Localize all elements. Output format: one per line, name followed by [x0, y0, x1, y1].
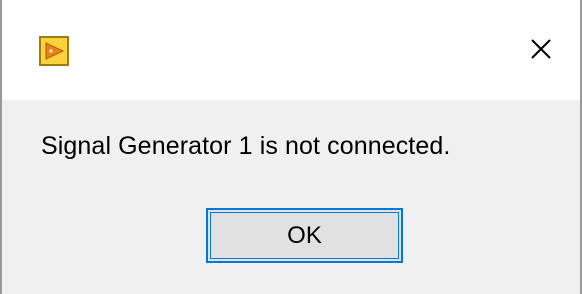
dialog-body: Signal Generator 1 is not connected. OK [2, 100, 580, 294]
close-button[interactable] [518, 28, 564, 74]
close-icon [530, 38, 552, 65]
ok-button[interactable]: OK [206, 208, 403, 263]
ok-button-label: OK [287, 221, 322, 249]
dialog-message: Signal Generator 1 is not connected. [41, 132, 451, 160]
app-icon [39, 36, 69, 66]
message-dialog: Signal Generator 1 is not connected. OK [0, 0, 582, 294]
title-bar[interactable] [2, 0, 580, 100]
